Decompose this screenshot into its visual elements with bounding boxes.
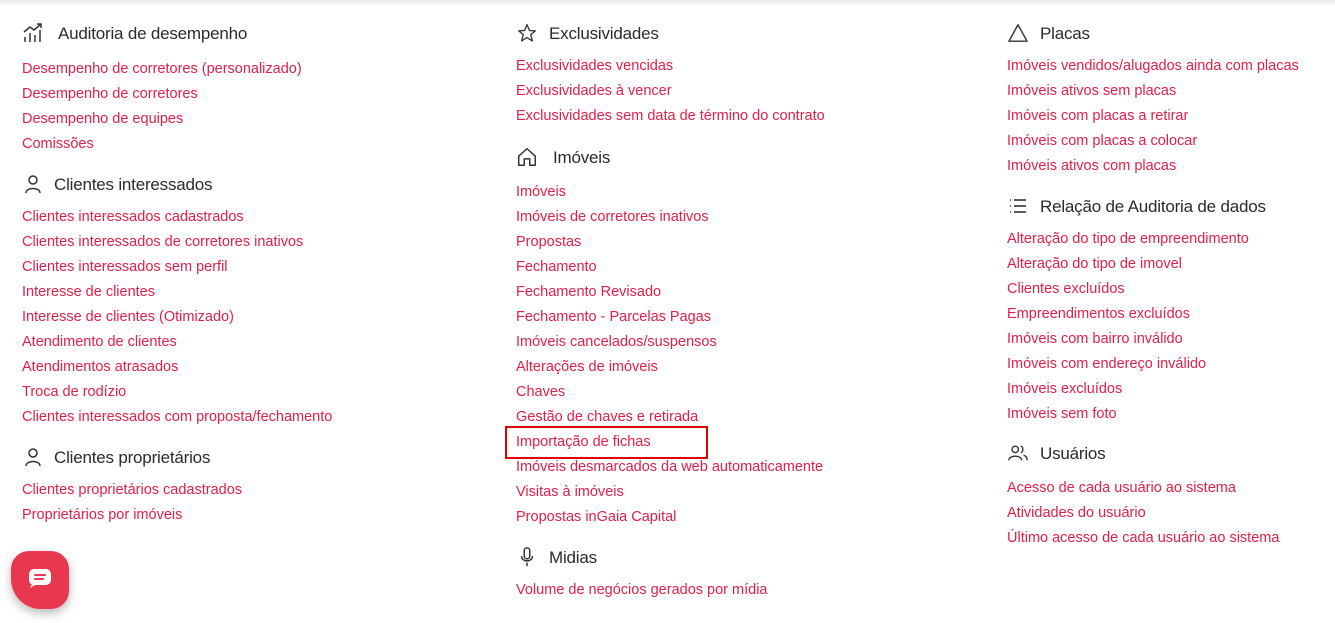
report-link[interactable]: Desempenho de corretores (personalizado) bbox=[22, 59, 302, 84]
report-link[interactable]: Volume de negócios gerados por mídia bbox=[516, 580, 768, 605]
chat-button[interactable] bbox=[11, 551, 69, 609]
report-link[interactable]: Desempenho de equipes bbox=[22, 109, 302, 134]
report-link[interactable]: Imóveis sem foto bbox=[1007, 404, 1249, 429]
section-title: Clientes interessados bbox=[54, 175, 213, 194]
section-title: Midias bbox=[549, 548, 597, 567]
report-link[interactable]: Exclusividades vencidas bbox=[516, 56, 825, 81]
report-link[interactable]: Imóveis bbox=[516, 182, 823, 207]
section-title: Auditoria de desempenho bbox=[58, 24, 248, 43]
highlight-box bbox=[505, 426, 708, 459]
home-icon bbox=[516, 146, 538, 168]
triangle-icon bbox=[1007, 22, 1029, 44]
section-title: Relação de Auditoria de dados bbox=[1040, 197, 1266, 216]
user-icon bbox=[22, 446, 44, 468]
report-link[interactable]: Visitas à imóveis bbox=[516, 482, 823, 507]
report-link[interactable]: Clientes interessados cadastrados bbox=[22, 207, 332, 232]
report-link[interactable]: Imóveis ativos com placas bbox=[1007, 156, 1299, 181]
report-link[interactable]: Imóveis cancelados/suspensos bbox=[516, 332, 823, 357]
microphone-icon bbox=[516, 546, 538, 568]
list-icon bbox=[1007, 195, 1029, 217]
chat-icon bbox=[27, 567, 53, 594]
report-link[interactable]: Imóveis vendidos/alugados ainda com plac… bbox=[1007, 56, 1299, 81]
report-link[interactable]: Imóveis com endereço inválido bbox=[1007, 354, 1249, 379]
report-link[interactable]: Propostas inGaia Capital bbox=[516, 507, 823, 532]
report-link[interactable]: Chaves bbox=[516, 382, 823, 407]
section-title: Usuários bbox=[1040, 444, 1106, 463]
report-link[interactable]: Imóveis com bairro inválido bbox=[1007, 329, 1249, 354]
report-link[interactable]: Exclusividades sem data de término do co… bbox=[516, 106, 825, 131]
section-title: Imóveis bbox=[553, 148, 611, 167]
section-title: Placas bbox=[1040, 24, 1090, 43]
top-shadow bbox=[0, 0, 1335, 6]
report-link[interactable]: Alteração do tipo de imovel bbox=[1007, 254, 1249, 279]
section-title: Clientes proprietários bbox=[54, 448, 211, 467]
report-link[interactable]: Atendimento de clientes bbox=[22, 332, 332, 357]
report-link[interactable]: Atividades do usuário bbox=[1007, 503, 1279, 528]
users-icon bbox=[1007, 442, 1029, 464]
report-link[interactable]: Imóveis excluídos bbox=[1007, 379, 1249, 404]
report-link[interactable]: Proprietários por imóveis bbox=[22, 505, 242, 530]
report-link[interactable]: Interesse de clientes (Otimizado) bbox=[22, 307, 332, 332]
chart-trend-icon bbox=[22, 22, 44, 44]
report-link[interactable]: Acesso de cada usuário ao sistema bbox=[1007, 478, 1279, 503]
report-link[interactable]: Desempenho de corretores bbox=[22, 84, 302, 109]
star-icon bbox=[516, 22, 538, 44]
report-link[interactable]: Imóveis ativos sem placas bbox=[1007, 81, 1299, 106]
report-link[interactable]: Empreendimentos excluídos bbox=[1007, 304, 1249, 329]
report-link[interactable]: Propostas bbox=[516, 232, 823, 257]
report-link[interactable]: Imóveis de corretores inativos bbox=[516, 207, 823, 232]
section-title: Exclusividades bbox=[549, 24, 659, 43]
report-link[interactable]: Atendimentos atrasados bbox=[22, 357, 332, 382]
report-link[interactable]: Clientes proprietários cadastrados bbox=[22, 480, 242, 505]
report-link[interactable]: Alteração do tipo de empreendimento bbox=[1007, 229, 1249, 254]
report-link[interactable]: Clientes interessados sem perfil bbox=[22, 257, 332, 282]
report-link[interactable]: Imóveis com placas a retirar bbox=[1007, 106, 1299, 131]
report-link[interactable]: Imóveis com placas a colocar bbox=[1007, 131, 1299, 156]
report-link[interactable]: Fechamento - Parcelas Pagas bbox=[516, 307, 823, 332]
report-link[interactable]: Alterações de imóveis bbox=[516, 357, 823, 382]
report-link[interactable]: Troca de rodízio bbox=[22, 382, 332, 407]
report-link[interactable]: Último acesso de cada usuário ao sistema bbox=[1007, 528, 1279, 553]
report-link[interactable]: Interesse de clientes bbox=[22, 282, 332, 307]
report-link[interactable]: Exclusividades à vencer bbox=[516, 81, 825, 106]
report-link[interactable]: Fechamento bbox=[516, 257, 823, 282]
user-icon bbox=[22, 173, 44, 195]
report-link[interactable]: Clientes interessados de corretores inat… bbox=[22, 232, 332, 257]
report-link[interactable]: Clientes excluídos bbox=[1007, 279, 1249, 304]
report-link[interactable]: Imóveis desmarcados da web automaticamen… bbox=[516, 457, 823, 482]
report-link[interactable]: Fechamento Revisado bbox=[516, 282, 823, 307]
report-link[interactable]: Comissões bbox=[22, 134, 302, 159]
report-link[interactable]: Clientes interessados com proposta/fecha… bbox=[22, 407, 332, 432]
